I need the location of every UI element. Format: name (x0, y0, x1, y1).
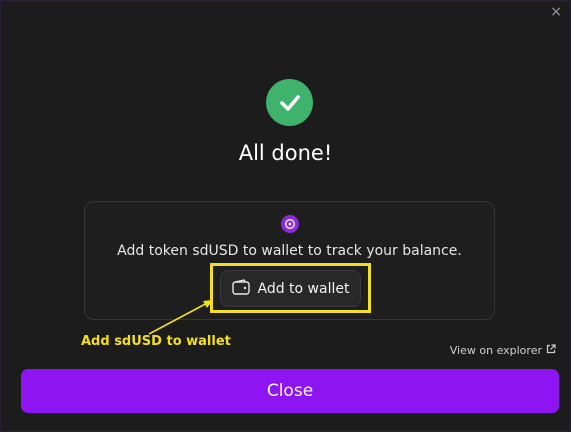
view-on-explorer-link[interactable]: View on explorer (450, 344, 556, 357)
page-title: All done! (238, 141, 333, 165)
token-message: Add token sdUSD to wallet to track your … (117, 243, 462, 259)
annotation-label: Add sdUSD to wallet (81, 334, 231, 349)
explorer-link-label: View on explorer (449, 344, 542, 357)
close-button[interactable]: Close (21, 369, 559, 413)
success-check-icon (266, 79, 313, 126)
token-logo-icon (281, 215, 299, 233)
modal-dialog: × All done! Add token sdUSD to wallet to… (0, 0, 571, 432)
wallet-icon (231, 278, 250, 299)
add-to-wallet-label: Add to wallet (257, 280, 350, 297)
external-link-icon (546, 344, 556, 357)
add-to-wallet-button[interactable]: Add to wallet (220, 270, 361, 307)
modal-close-icon[interactable]: × (550, 5, 562, 19)
